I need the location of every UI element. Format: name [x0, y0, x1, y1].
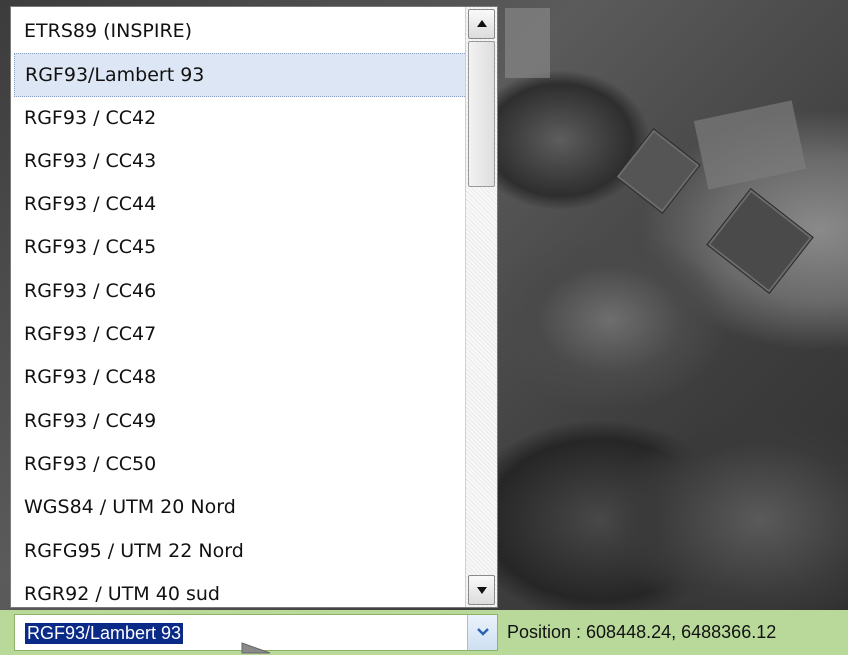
chevron-down-icon	[477, 628, 489, 636]
projection-option[interactable]: RGF93 / CC49	[14, 400, 475, 443]
projection-option[interactable]: RGFG95 / UTM 22 Nord	[14, 530, 475, 573]
projection-option[interactable]: RGF93 / CC44	[14, 183, 475, 226]
scrollbar-thumb[interactable]	[468, 41, 495, 187]
map-building	[615, 128, 701, 214]
scroll-up-button[interactable]	[468, 9, 495, 39]
projection-option[interactable]: RGF93 / CC42	[14, 97, 475, 140]
combo-selected-value[interactable]: RGF93/Lambert 93	[25, 623, 184, 644]
map-feature	[693, 100, 807, 190]
projection-option[interactable]: ETRS89 (INSPIRE)	[14, 10, 475, 53]
projection-option[interactable]: RGF93 / CC46	[14, 270, 475, 313]
mouse-cursor-icon	[241, 642, 271, 654]
projection-option[interactable]: RGF93 / CC43	[14, 140, 475, 183]
arrow-down-icon	[477, 587, 487, 594]
map-building	[706, 188, 814, 294]
projection-dropdown-list: ETRS89 (INSPIRE) RGF93/Lambert 93 RGF93 …	[10, 6, 498, 608]
projection-items: ETRS89 (INSPIRE) RGF93/Lambert 93 RGF93 …	[14, 10, 475, 616]
projection-option[interactable]: RGF93 / CC48	[14, 356, 475, 399]
projection-option[interactable]: RGF93 / CC50	[14, 443, 475, 486]
scroll-down-button[interactable]	[468, 575, 495, 605]
map-feature	[505, 8, 550, 78]
combo-dropdown-button[interactable]	[467, 615, 497, 650]
projection-option[interactable]: WGS84 / UTM 20 Nord	[14, 486, 475, 529]
arrow-up-icon	[477, 20, 487, 27]
projection-option[interactable]: RGF93 / CC45	[14, 226, 475, 269]
position-readout: Position : 608448.24, 6488366.12	[507, 622, 777, 642]
projection-option[interactable]: RGF93 / CC47	[14, 313, 475, 356]
vertical-scrollbar[interactable]	[465, 7, 497, 607]
projection-option-selected[interactable]: RGF93/Lambert 93	[14, 53, 475, 97]
